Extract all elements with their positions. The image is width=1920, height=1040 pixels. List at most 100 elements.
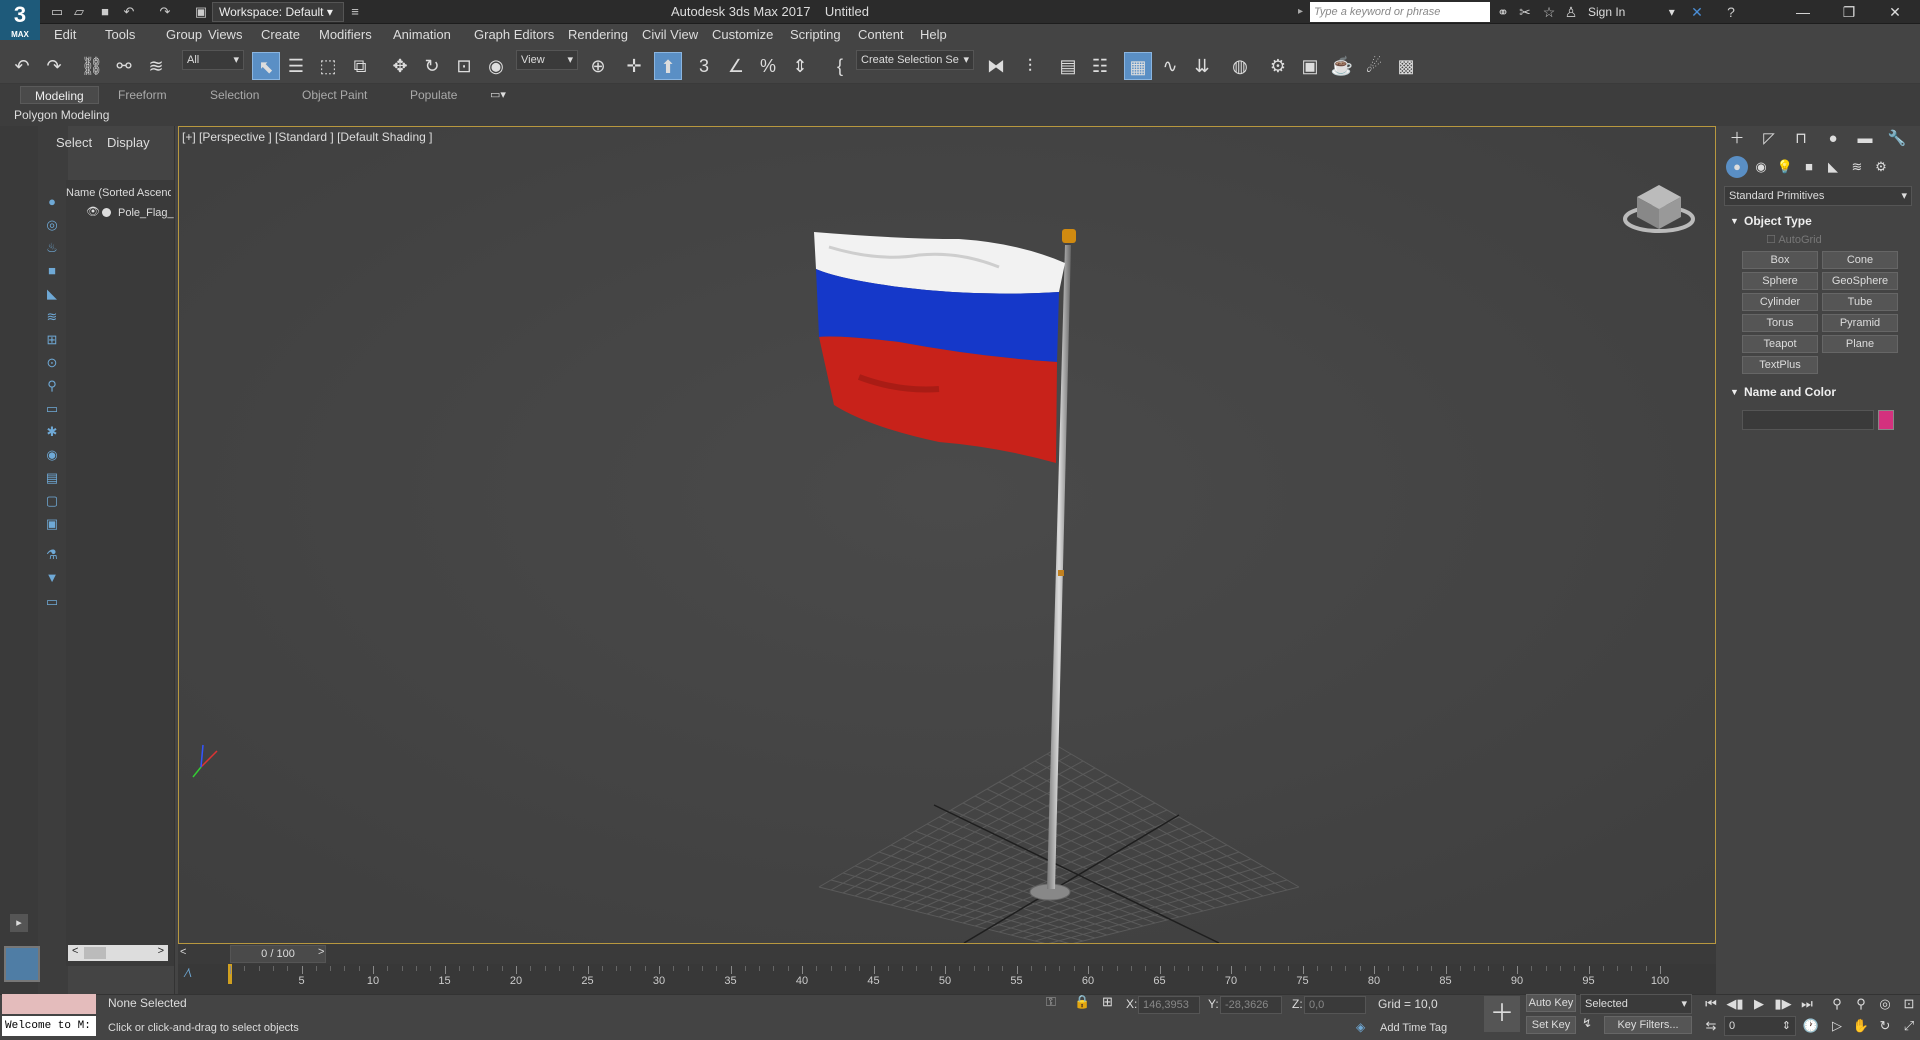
open-file-icon[interactable]: ▱ bbox=[70, 3, 88, 21]
explorer-h-scrollbar[interactable]: < > bbox=[68, 945, 168, 961]
redo-icon[interactable]: ↷ bbox=[40, 52, 68, 80]
transform-mode-icon[interactable]: ⊞ bbox=[1102, 994, 1118, 1012]
search-expand-icon[interactable]: ▸ bbox=[1298, 6, 1306, 18]
explorer-options-icon[interactable]: ▭ bbox=[42, 592, 62, 612]
shapes-icon[interactable]: ◉ bbox=[1750, 156, 1772, 178]
create-torus-button[interactable]: Torus bbox=[1742, 314, 1818, 332]
display-xrefs-icon[interactable]: ⊙ bbox=[42, 353, 62, 373]
minimize-button[interactable]: — bbox=[1780, 0, 1826, 24]
new-file-icon[interactable]: ▭ bbox=[48, 3, 66, 21]
redo-icon[interactable]: ↷ bbox=[156, 3, 174, 21]
restore-button[interactable]: ❐ bbox=[1826, 0, 1872, 24]
render-iterative-icon[interactable]: ☄ bbox=[1360, 52, 1388, 80]
qa-overflow-icon[interactable]: ≡ bbox=[346, 3, 364, 21]
lights-icon[interactable]: 💡 bbox=[1774, 156, 1796, 178]
named-selection-dropdown[interactable]: Create Selection Se ▾ bbox=[856, 50, 974, 70]
ribbon-tab-populate[interactable]: Populate bbox=[396, 86, 471, 104]
ribbon-tab-selection[interactable]: Selection bbox=[196, 86, 273, 104]
next-frame-button-icon[interactable]: ▮▶ bbox=[1772, 994, 1794, 1014]
help-icon[interactable]: ? bbox=[1720, 2, 1742, 22]
percent-snap-icon[interactable]: % bbox=[754, 52, 782, 80]
display-spacewarps-icon[interactable]: ≋ bbox=[42, 307, 62, 327]
display-lights-icon[interactable]: ♨ bbox=[42, 238, 62, 258]
key-mode-dropdown[interactable]: Selected ▾ bbox=[1580, 994, 1692, 1014]
display-all-icon[interactable]: ▤ bbox=[42, 468, 62, 488]
a360-render-icon[interactable]: ▩ bbox=[1392, 52, 1420, 80]
auto-key-button[interactable]: Auto Key bbox=[1526, 994, 1576, 1012]
create-tube-button[interactable]: Tube bbox=[1822, 293, 1898, 311]
x-coordinate-field[interactable]: 146,3953 bbox=[1138, 996, 1200, 1014]
go-to-start-icon[interactable]: ⏮ bbox=[1700, 994, 1722, 1014]
menu-graph-editors[interactable]: Graph Editors bbox=[474, 24, 554, 46]
motion-tab-icon[interactable]: ● bbox=[1820, 128, 1846, 150]
explorer-tab-display[interactable]: Display bbox=[107, 133, 150, 153]
explorer-item[interactable]: Pole_Flag_ bbox=[118, 204, 174, 222]
explorer-tab-select[interactable]: Select bbox=[56, 133, 92, 153]
time-config-icon[interactable]: 🕐 bbox=[1800, 1016, 1822, 1036]
scale-icon[interactable]: ⊡ bbox=[450, 52, 478, 80]
create-teapot-button[interactable]: Teapot bbox=[1742, 335, 1818, 353]
menu-tools[interactable]: Tools bbox=[105, 24, 135, 46]
ribbon-tab-freeform[interactable]: Freeform bbox=[104, 86, 181, 104]
invert-display-icon[interactable]: ▣ bbox=[42, 514, 62, 534]
viewport-layout-icon[interactable] bbox=[4, 946, 40, 982]
menu-help[interactable]: Help bbox=[920, 24, 947, 46]
spinner-snap-icon[interactable]: ⇕ bbox=[786, 52, 814, 80]
selection-lock-icon[interactable]: 🔒 bbox=[1074, 994, 1090, 1012]
prev-frame-icon[interactable]: < bbox=[180, 946, 194, 962]
display-hidden-icon[interactable]: ◉ bbox=[42, 445, 62, 465]
menu-create[interactable]: Create bbox=[261, 24, 300, 46]
ribbon-tab-modeling[interactable]: Modeling bbox=[20, 86, 99, 104]
autogrid-checkbox[interactable]: ☐ AutoGrid bbox=[1766, 233, 1822, 246]
select-manipulate-icon[interactable]: ✛ bbox=[620, 52, 648, 80]
pivot-center-icon[interactable]: ⊕ bbox=[584, 52, 612, 80]
exchange-icon[interactable]: ✕ bbox=[1686, 2, 1708, 22]
ribbon-tab-object-paint[interactable]: Object Paint bbox=[288, 86, 381, 104]
mirror-icon[interactable]: ⧓ bbox=[982, 52, 1010, 80]
snaps-toggle-icon[interactable]: 3 bbox=[690, 52, 718, 80]
menu-animation[interactable]: Animation bbox=[393, 24, 451, 46]
binoculars-icon[interactable]: ⚭ bbox=[1492, 2, 1514, 22]
select-object-icon[interactable]: ⬉ bbox=[252, 52, 280, 80]
key-mode-toggle-icon[interactable]: ⇆ bbox=[1700, 1016, 1722, 1036]
bind-spacewarp-icon[interactable]: ≋ bbox=[142, 52, 170, 80]
isolate-selection-icon[interactable]: ⚿ bbox=[1046, 994, 1062, 1012]
hierarchy-tab-icon[interactable]: ⊓ bbox=[1788, 128, 1814, 150]
go-to-end-icon[interactable]: ⏭ bbox=[1796, 994, 1818, 1014]
add-time-tag[interactable]: Add Time Tag bbox=[1380, 1022, 1447, 1034]
workspace-dropdown[interactable]: Workspace: Default ▾ bbox=[212, 2, 344, 22]
display-cameras-icon[interactable]: ■ bbox=[42, 261, 62, 281]
display-shapes-icon[interactable]: ◎ bbox=[42, 215, 62, 235]
create-cone-button[interactable]: Cone bbox=[1822, 251, 1898, 269]
time-slider[interactable] bbox=[178, 944, 1716, 964]
rendered-frame-icon[interactable]: ▣ bbox=[1296, 52, 1324, 80]
create-sphere-button[interactable]: Sphere bbox=[1742, 272, 1818, 290]
menu-group[interactable]: Group bbox=[166, 24, 202, 46]
systems-icon[interactable]: ⚙ bbox=[1870, 156, 1892, 178]
z-coordinate-field[interactable]: 0,0 bbox=[1304, 996, 1366, 1014]
name-color-rollout[interactable]: ▼ Name and Color bbox=[1724, 382, 1912, 402]
zoom-extents-icon[interactable]: ◎ bbox=[1874, 994, 1896, 1014]
display-tab-icon[interactable]: ▬ bbox=[1852, 128, 1878, 150]
create-textplus-button[interactable]: TextPlus bbox=[1742, 356, 1818, 374]
display-geometry-icon[interactable]: ● bbox=[42, 192, 62, 212]
menu-rendering[interactable]: Rendering bbox=[568, 24, 628, 46]
play-icon[interactable]: ▶ bbox=[1748, 994, 1770, 1014]
display-containers-icon[interactable]: ▭ bbox=[42, 399, 62, 419]
create-tab-icon[interactable]: ＋ bbox=[1724, 128, 1750, 150]
create-plane-button[interactable]: Plane bbox=[1822, 335, 1898, 353]
time-slider-thumb[interactable]: 0 / 100 bbox=[230, 945, 326, 963]
sync-selection-icon[interactable]: ⚗ bbox=[42, 545, 62, 565]
visibility-eye-icon[interactable]: 👁 bbox=[86, 205, 100, 219]
field-of-view-icon[interactable]: ▷ bbox=[1826, 1016, 1848, 1036]
reference-coord-dropdown[interactable]: View ▾ bbox=[516, 50, 578, 70]
unlink-icon[interactable]: ⚯ bbox=[110, 52, 138, 80]
geometry-icon[interactable]: ● bbox=[1726, 156, 1748, 178]
previous-frame-icon[interactable]: ◀▮ bbox=[1724, 994, 1746, 1014]
menu-content[interactable]: Content bbox=[858, 24, 904, 46]
menu-edit[interactable]: Edit bbox=[54, 24, 76, 46]
maxscript-output[interactable]: Welcome to M: bbox=[2, 1016, 96, 1036]
close-button[interactable]: ✕ bbox=[1872, 0, 1918, 24]
undo-icon[interactable]: ↶ bbox=[120, 3, 138, 21]
scene-explorer-toggle-icon[interactable]: ▤ bbox=[1054, 52, 1082, 80]
